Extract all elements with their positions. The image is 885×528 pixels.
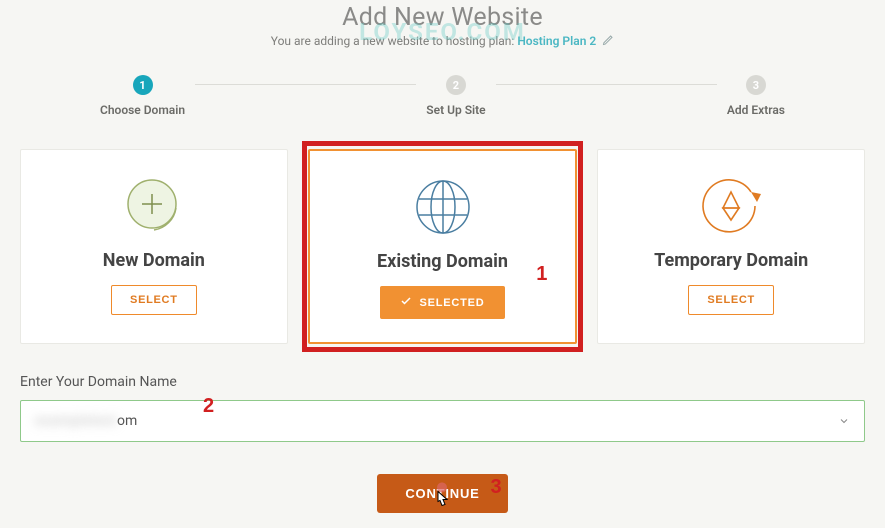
plus-circle-icon xyxy=(122,174,186,238)
sub-prefix: You are adding a new website to hosting … xyxy=(271,34,518,48)
step-set-up-site: 2 Set Up Site xyxy=(416,75,495,117)
domain-select[interactable]: exampletext om 2 xyxy=(20,400,865,442)
step-label: Add Extras xyxy=(727,103,785,117)
wizard-stepper: 1 Choose Domain 2 Set Up Site 3 Add Extr… xyxy=(90,75,795,117)
hosting-plan-link[interactable]: Hosting Plan 2 xyxy=(517,34,596,48)
page-subtitle: You are adding a new website to hosting … xyxy=(20,34,865,49)
annotation-number: 2 xyxy=(203,395,214,418)
clock-sync-icon xyxy=(699,174,763,238)
selected-existing-domain-button[interactable]: SELECTED xyxy=(380,286,504,319)
step-label: Choose Domain xyxy=(100,103,185,117)
card-new-domain[interactable]: New Domain SELECT xyxy=(20,149,288,344)
card-title: Existing Domain xyxy=(377,251,508,272)
step-badge: 1 xyxy=(133,75,153,95)
continue-label: CONTINUE xyxy=(405,486,479,501)
step-label: Set Up Site xyxy=(426,103,485,117)
card-existing-domain[interactable]: 1 Existing Domain SELECTED xyxy=(308,149,578,344)
select-new-domain-button[interactable]: SELECT xyxy=(111,285,197,315)
selected-label: SELECTED xyxy=(419,297,484,309)
globe-icon xyxy=(413,175,473,239)
annotation-box xyxy=(302,141,584,352)
card-temporary-domain[interactable]: Temporary Domain SELECT xyxy=(597,149,865,344)
domain-name-label: Enter Your Domain Name xyxy=(20,374,865,390)
step-add-extras: 3 Add Extras xyxy=(717,75,795,117)
annotation-number: 1 xyxy=(536,263,547,286)
card-title: Temporary Domain xyxy=(654,250,808,271)
chevron-down-icon xyxy=(838,412,850,431)
step-badge: 2 xyxy=(446,75,466,95)
card-title: New Domain xyxy=(103,250,205,271)
step-badge: 3 xyxy=(746,75,766,95)
domain-value-redacted: exampletext xyxy=(35,413,117,429)
select-temporary-domain-button[interactable]: SELECT xyxy=(688,285,774,315)
check-icon xyxy=(400,295,412,310)
pencil-icon[interactable] xyxy=(602,34,614,49)
step-choose-domain: 1 Choose Domain xyxy=(90,75,195,117)
continue-button[interactable]: CONTINUE xyxy=(377,474,507,513)
page-title: Add New Website xyxy=(20,3,865,32)
domain-value-suffix: om xyxy=(117,413,137,429)
domain-option-cards: New Domain SELECT 1 Existing Domain SELE… xyxy=(20,149,865,344)
